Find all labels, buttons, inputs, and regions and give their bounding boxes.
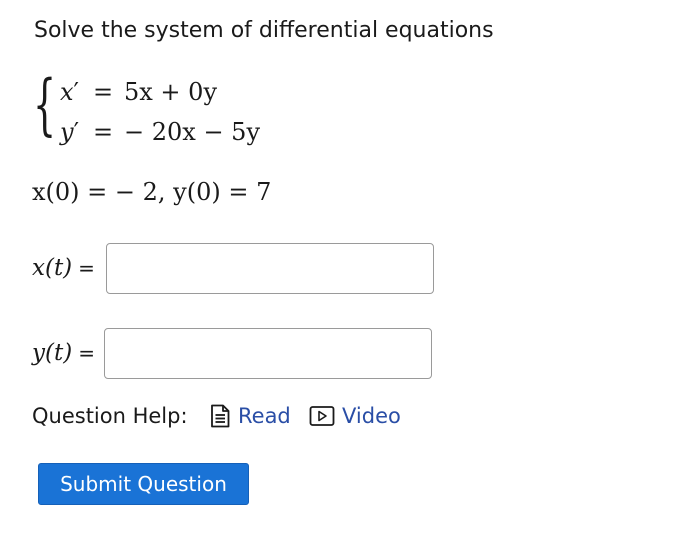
question-prompt: Solve the system of differential equatio… [34, 18, 494, 43]
equation-1-rhs: 5x + 0y [124, 78, 217, 106]
initial-conditions: x(0) = − 2, y(0) = 7 [32, 178, 272, 206]
video-link[interactable]: Video [309, 404, 401, 428]
equation-2-prime: ′ [73, 118, 80, 146]
equation-2-lhs: y′ [60, 118, 79, 146]
equation-1-equals: = [93, 78, 114, 106]
x-answer-equals: = [78, 256, 95, 280]
question-help-label: Question Help: [32, 404, 188, 428]
y-answer-equals: = [78, 341, 95, 365]
play-video-icon [309, 406, 335, 426]
system-brace: { [33, 66, 57, 143]
y-answer-label-text: y(t) [32, 340, 73, 366]
equation-2-equals: = [93, 118, 114, 146]
submit-question-button[interactable]: Submit Question [38, 463, 249, 505]
y-answer-input[interactable] [104, 328, 432, 379]
x-answer-label: x(t) = [32, 255, 95, 281]
read-link[interactable]: Read [209, 404, 291, 428]
document-icon [211, 404, 230, 428]
equation-1-lhs: x′ [60, 78, 79, 106]
x-answer-label-text: x(t) [32, 255, 73, 281]
equation-2-rhs: − 20x − 5y [124, 118, 261, 146]
y-answer-label: y(t) = [32, 340, 95, 366]
read-link-label: Read [238, 404, 291, 428]
video-link-label: Video [342, 404, 401, 428]
equation-1-prime: ′ [73, 78, 79, 106]
x-answer-input[interactable] [106, 243, 434, 294]
equation-1-var: x [60, 78, 74, 106]
equation-2-var: y [60, 118, 74, 146]
